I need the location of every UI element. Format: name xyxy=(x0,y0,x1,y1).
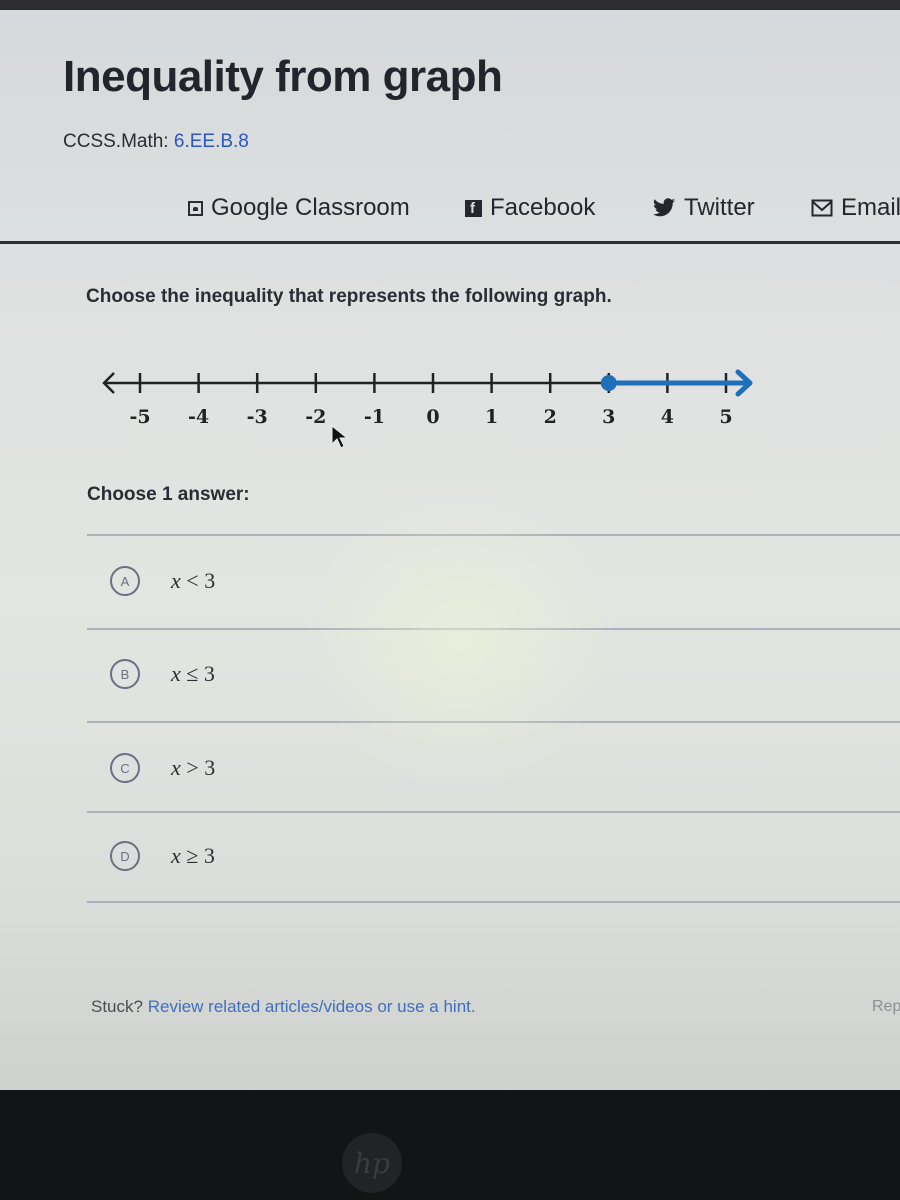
choice-letter: D xyxy=(110,841,140,871)
divider xyxy=(87,811,900,813)
standard-code-link[interactable]: 6.EE.B.8 xyxy=(174,131,249,152)
tick-label: -1 xyxy=(364,406,385,428)
facebook-icon: f xyxy=(465,199,482,217)
stuck-label: Stuck? xyxy=(91,997,143,1016)
email-icon xyxy=(811,199,833,217)
tick-label: -4 xyxy=(188,406,209,428)
hp-logo-icon: hp xyxy=(342,1133,402,1193)
hint-link[interactable]: Review related articles/videos or use a … xyxy=(148,997,476,1016)
share-label: Facebook xyxy=(490,194,596,221)
number-line-graph: -5 -4 -3 -2 -1 0 1 2 3 4 5 xyxy=(102,369,753,428)
page-title: Inequality from graph xyxy=(63,52,503,101)
screen: Inequality from graph CCSS.Math: 6.EE.B.… xyxy=(0,10,900,1095)
tick-label: -3 xyxy=(247,406,268,428)
question-prompt: Choose the inequality that represents th… xyxy=(86,286,612,307)
share-label: Google Classroom xyxy=(211,194,410,221)
report-link[interactable]: Rep xyxy=(872,998,900,1016)
tick-label: 0 xyxy=(426,406,439,428)
choice-b[interactable]: B x ≤ 3 xyxy=(110,644,870,704)
standard-reference: CCSS.Math: 6.EE.B.8 xyxy=(63,131,249,153)
share-label: Twitter xyxy=(684,194,755,221)
share-email[interactable]: Email xyxy=(811,194,900,222)
standard-label: CCSS.Math: xyxy=(63,131,169,152)
google-classroom-icon xyxy=(188,200,203,216)
tick-label: -5 xyxy=(129,406,150,428)
choice-expression: x < 3 xyxy=(171,568,216,593)
choice-expression: x > 3 xyxy=(171,755,216,780)
tick-label: 1 xyxy=(485,406,498,428)
divider xyxy=(87,628,900,630)
divider xyxy=(87,534,900,536)
choose-answer-label: Choose 1 answer: xyxy=(87,484,250,505)
share-bar: Google Classroom f Facebook Twitter Emai… xyxy=(0,186,900,244)
share-twitter[interactable]: Twitter xyxy=(652,194,755,222)
divider xyxy=(87,721,900,723)
tick-label: 3 xyxy=(602,406,615,428)
choice-c[interactable]: C x > 3 xyxy=(110,738,870,798)
share-google-classroom[interactable]: Google Classroom xyxy=(188,194,410,222)
choice-letter: A xyxy=(110,566,140,596)
choice-a[interactable]: A x < 3 xyxy=(110,551,870,611)
monitor-bottom-bezel xyxy=(0,1090,900,1200)
share-label: Email xyxy=(841,194,900,221)
choice-letter: C xyxy=(110,753,140,783)
tick-label: -2 xyxy=(305,406,326,428)
share-facebook[interactable]: f Facebook xyxy=(465,194,595,222)
divider xyxy=(87,901,900,903)
choice-expression: x ≥ 3 xyxy=(171,843,215,868)
tick-label: 2 xyxy=(544,406,557,428)
twitter-icon xyxy=(652,198,676,218)
choice-letter: B xyxy=(110,659,140,689)
mouse-cursor-icon xyxy=(331,424,349,449)
tick-label: 4 xyxy=(661,406,674,428)
closed-point xyxy=(600,375,617,391)
stuck-help: Stuck? Review related articles/videos or… xyxy=(91,997,476,1017)
choice-d[interactable]: D x ≥ 3 xyxy=(110,826,870,886)
tick-label: 5 xyxy=(719,406,732,428)
choice-expression: x ≤ 3 xyxy=(171,661,215,686)
